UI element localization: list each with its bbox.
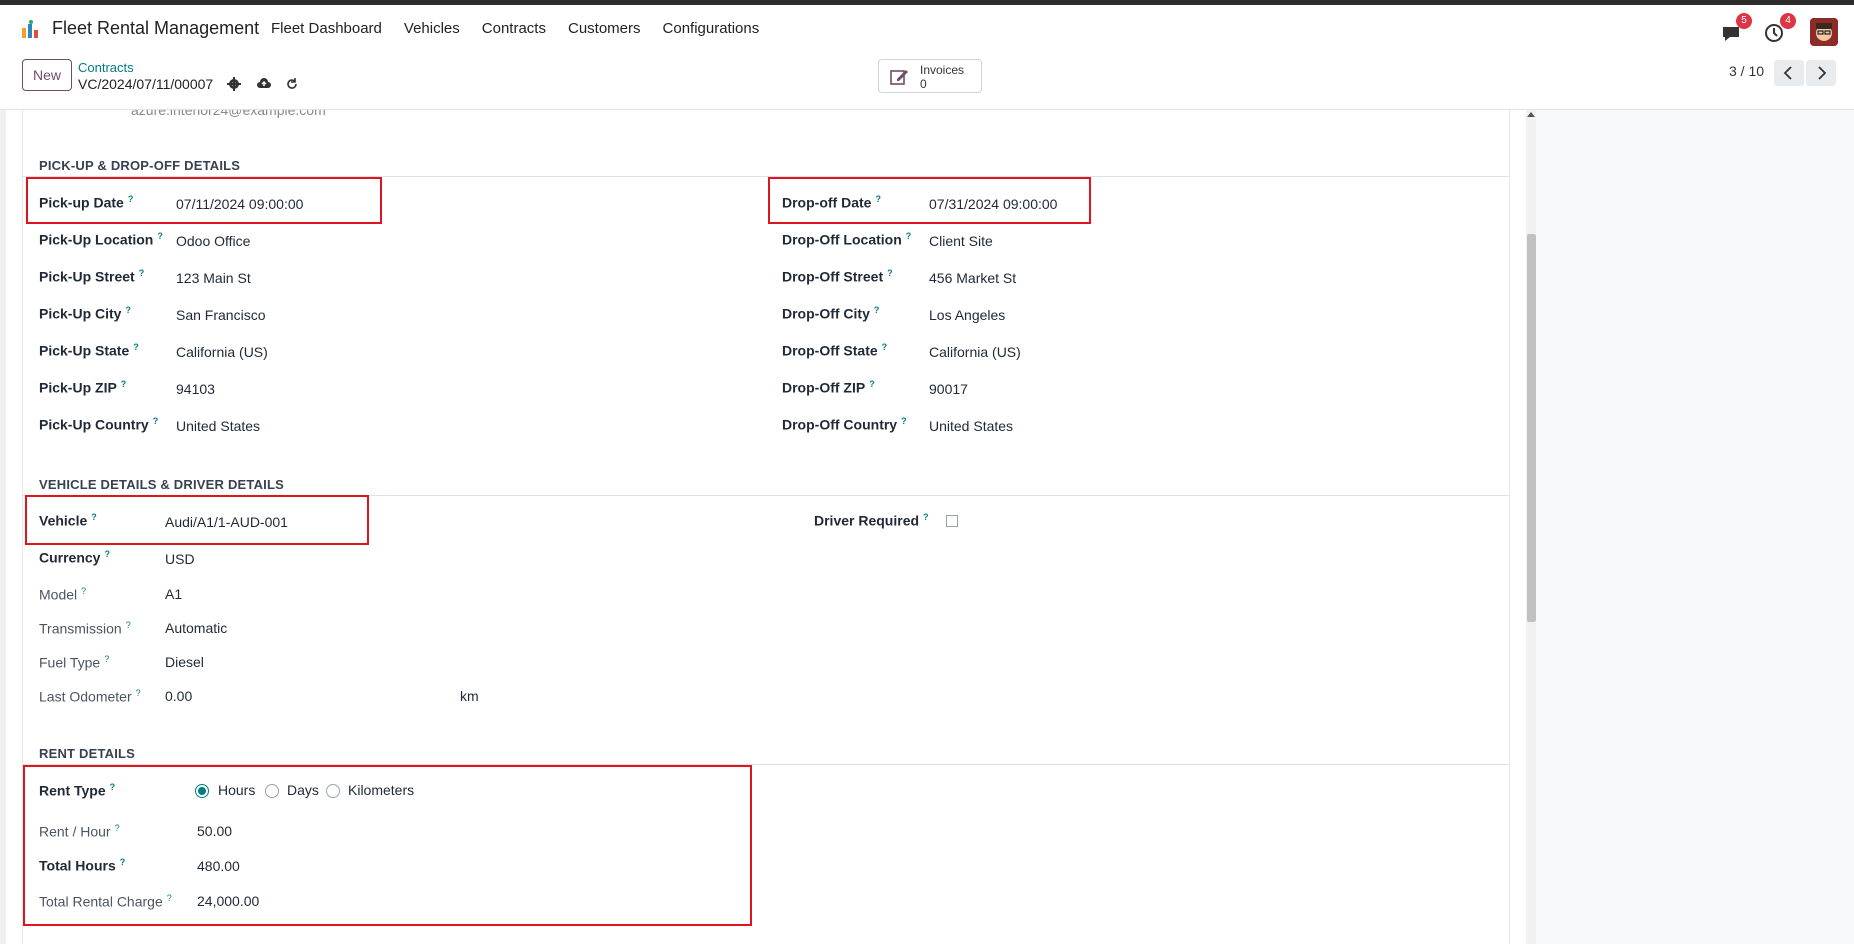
- fuel-type-value: Diesel: [165, 654, 204, 670]
- vehicle-section-title: VEHICLE DETAILS & DRIVER DETAILS: [39, 477, 284, 492]
- driver-required-checkbox[interactable]: [946, 515, 958, 527]
- pickup-state-value[interactable]: California (US): [176, 344, 268, 360]
- dropoff-street-value[interactable]: 456 Market St: [929, 270, 1016, 286]
- dropoff-country-value[interactable]: United States: [929, 418, 1013, 434]
- highlight-vehicle: [25, 495, 369, 545]
- messages-badge: 5: [1736, 13, 1752, 29]
- model-label: Model?: [39, 586, 87, 603]
- menu-vehicles[interactable]: Vehicles: [404, 20, 460, 37]
- pickup-city-value[interactable]: San Francisco: [176, 307, 265, 323]
- dropoff-city-value[interactable]: Los Angeles: [929, 307, 1005, 323]
- highlight-pickup-date: [26, 177, 382, 224]
- cloud-upload-icon[interactable]: [256, 76, 272, 92]
- chevron-right-icon: [1818, 66, 1827, 80]
- menu-fleet-dashboard[interactable]: Fleet Dashboard: [271, 20, 382, 37]
- last-odometer-value: 0.00: [165, 688, 193, 704]
- messages-button[interactable]: 5: [1718, 13, 1752, 45]
- dropoff-zip-value[interactable]: 90017: [929, 381, 968, 397]
- pickup-country-value[interactable]: United States: [176, 418, 260, 434]
- pager-previous-button[interactable]: [1774, 60, 1804, 86]
- pickup-street-label: Pick-Up Street?: [39, 268, 145, 285]
- pickup-location-value[interactable]: Odoo Office: [176, 233, 250, 249]
- dropoff-state-value[interactable]: California (US): [929, 344, 1021, 360]
- dropoff-street-label: Drop-Off Street?: [782, 268, 893, 285]
- model-value: A1: [165, 586, 183, 602]
- highlight-dropoff-date: [768, 177, 1091, 224]
- dropoff-country-label: Drop-Off Country?: [782, 416, 907, 433]
- user-avatar[interactable]: [1810, 18, 1838, 46]
- menu-customers[interactable]: Customers: [568, 20, 641, 37]
- form-sheet: azure.interior24@example.com PICK-UP & D…: [22, 110, 1510, 944]
- menu-configurations[interactable]: Configurations: [663, 20, 760, 37]
- transmission-value: Automatic: [165, 620, 228, 636]
- pickup-city-label: Pick-Up City?: [39, 305, 131, 322]
- fleet-app-icon[interactable]: [20, 19, 42, 41]
- top-navbar: Fleet Rental Management Fleet Dashboard …: [0, 5, 1854, 51]
- invoices-label: Invoices: [920, 63, 965, 77]
- transmission-label: Transmission?: [39, 620, 131, 637]
- odometer-unit: km: [460, 688, 479, 704]
- new-button[interactable]: New: [22, 59, 72, 91]
- invoices-smart-button[interactable]: Invoices 0: [878, 59, 982, 93]
- form-view: azure.interior24@example.com PICK-UP & D…: [0, 110, 1854, 944]
- driver-required-label: Driver Required?: [814, 512, 929, 529]
- invoices-count: 0: [920, 77, 927, 91]
- pickup-street-value[interactable]: 123 Main St: [176, 270, 251, 286]
- rent-section-title: RENT DETAILS: [39, 746, 136, 761]
- pickup-zip-label: Pick-Up ZIP?: [39, 379, 127, 396]
- pickup-location-label: Pick-Up Location?: [39, 231, 163, 248]
- last-odometer-label: Last Odometer?: [39, 688, 141, 705]
- pickup-state-label: Pick-Up State?: [39, 342, 139, 359]
- pickup-country-label: Pick-Up Country?: [39, 416, 159, 433]
- activities-button[interactable]: 4: [1762, 13, 1796, 45]
- main-menu: Fleet Dashboard Vehicles Contracts Custo…: [271, 20, 781, 37]
- form-scrollbar-thumb[interactable]: [1527, 234, 1536, 622]
- pager-next-button[interactable]: [1806, 60, 1836, 86]
- record-name: VC/2024/07/11/00007: [78, 76, 214, 92]
- currency-label: Currency?: [39, 549, 110, 566]
- pickup-zip-value[interactable]: 94103: [176, 381, 215, 397]
- highlight-rent-details: [23, 765, 752, 926]
- activities-badge: 4: [1780, 13, 1796, 29]
- pencil-square-icon: [890, 70, 908, 85]
- chevron-left-icon: [1783, 66, 1792, 80]
- dropoff-city-label: Drop-Off City?: [782, 305, 880, 322]
- scroll-up-arrow-icon[interactable]: [1527, 112, 1535, 117]
- currency-value[interactable]: USD: [165, 551, 195, 567]
- breadcrumb-contracts[interactable]: Contracts: [78, 60, 134, 75]
- app-title[interactable]: Fleet Rental Management: [52, 18, 259, 39]
- pager-value[interactable]: 3 / 10: [1729, 63, 1764, 79]
- dropoff-location-value[interactable]: Client Site: [929, 233, 993, 249]
- pickup-section-title: PICK-UP & DROP-OFF DETAILS: [39, 158, 241, 173]
- gear-icon[interactable]: [226, 76, 242, 92]
- dropoff-location-label: Drop-Off Location?: [782, 231, 912, 248]
- fuel-type-label: Fuel Type?: [39, 654, 110, 671]
- chatter-panel: [1536, 110, 1854, 944]
- left-edge: [0, 110, 6, 944]
- user-avatar-icon: [1810, 18, 1838, 46]
- menu-contracts[interactable]: Contracts: [482, 20, 546, 37]
- email-value-cutoff: azure.interior24@example.com: [131, 110, 326, 118]
- dropoff-state-label: Drop-Off State?: [782, 342, 888, 359]
- control-panel: New Contracts VC/2024/07/11/00007 Invoic…: [0, 51, 1854, 110]
- dropoff-zip-label: Drop-Off ZIP?: [782, 379, 875, 396]
- discard-icon[interactable]: [284, 76, 300, 92]
